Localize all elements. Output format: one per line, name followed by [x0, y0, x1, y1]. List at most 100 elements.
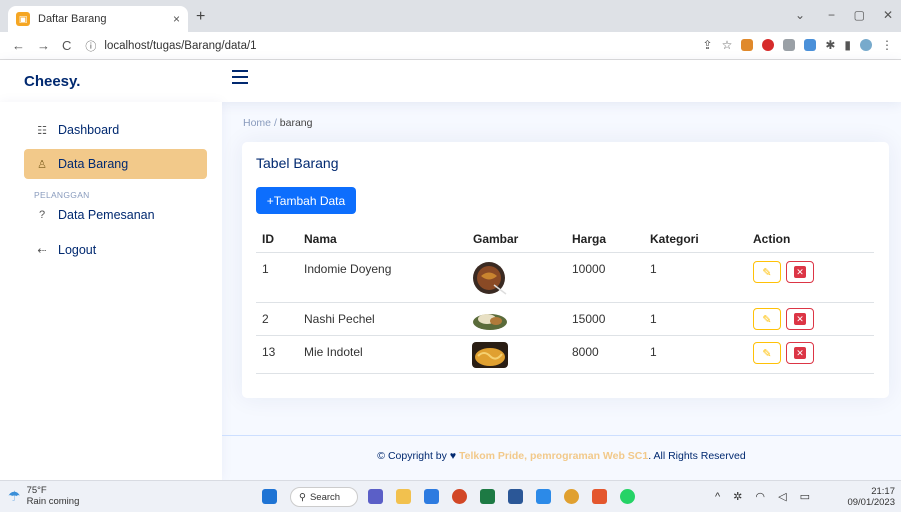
back-button[interactable]: ←: [12, 38, 25, 53]
vscode-icon[interactable]: [536, 489, 551, 504]
forward-button[interactable]: →: [37, 38, 50, 53]
app-header: Cheesy.: [0, 60, 901, 102]
sidebar-item-label: Data Barang: [58, 157, 129, 171]
excel-icon[interactable]: [480, 489, 495, 504]
powerpoint-icon[interactable]: [452, 489, 467, 504]
whatsapp-icon[interactable]: [620, 489, 635, 504]
delete-button[interactable]: ✕: [786, 342, 814, 364]
hamburger-menu-icon[interactable]: [232, 70, 248, 84]
fox-extension-icon[interactable]: [741, 39, 754, 51]
chrome-icon[interactable]: [564, 489, 579, 504]
edit-icon: ✎: [762, 266, 772, 279]
column-header-kategori: Kategori: [650, 232, 699, 246]
camera-extension-icon[interactable]: [783, 39, 796, 51]
opera-extension-icon[interactable]: [762, 39, 775, 51]
sidebar: ☷ Dashboard ♙ Data Barang PELANGGAN ? Da…: [0, 102, 222, 480]
info-icon[interactable]: ⓘ: [85, 38, 96, 54]
tab-title: Daftar Barang: [38, 13, 107, 25]
temperature: 75°F: [26, 485, 47, 496]
minimize-button[interactable]: −: [828, 8, 835, 22]
product-image: [473, 314, 507, 330]
clock-date: 09/01/2023: [847, 497, 895, 508]
delete-icon: ✕: [794, 313, 806, 325]
doc-extension-icon[interactable]: [804, 39, 817, 51]
browser-tab[interactable]: ▣ Daftar Barang ×: [8, 6, 188, 32]
cell-nama: Mie Indotel: [304, 345, 363, 359]
sidebar-item-label: Data Pemesanan: [58, 208, 155, 222]
close-window-button[interactable]: ✕: [883, 8, 893, 22]
menu-kebab-icon[interactable]: ⋮: [881, 38, 893, 52]
add-data-button[interactable]: +Tambah Data: [256, 187, 356, 214]
profile-avatar[interactable]: [860, 39, 872, 51]
sidebar-item-data-barang[interactable]: ♙ Data Barang: [24, 149, 207, 179]
mail-icon[interactable]: [424, 489, 439, 504]
delete-button[interactable]: ✕: [786, 308, 814, 330]
url-text: localhost/tugas/Barang/data/1: [104, 39, 257, 52]
taskbar-clock[interactable]: 21:17 09/01/2023: [847, 486, 895, 508]
xampp-icon[interactable]: [592, 489, 607, 504]
edit-icon: ✎: [762, 313, 772, 326]
logo[interactable]: Cheesy.: [24, 73, 80, 90]
tab-close-icon[interactable]: ×: [173, 12, 180, 26]
system-tray-icons[interactable]: ^ ✲ ◠ ◁ ▭: [715, 490, 815, 503]
cell-id: 1: [262, 262, 269, 276]
search-label: Search: [309, 491, 341, 503]
breadcrumb-home[interactable]: Home: [243, 117, 271, 129]
cell-harga: 10000: [572, 262, 606, 276]
bookmark-star-icon[interactable]: ☆: [722, 38, 733, 52]
cell-id: 13: [262, 345, 276, 359]
column-header-id: ID: [262, 232, 274, 246]
sidepanel-icon[interactable]: ▮: [844, 38, 851, 52]
footer-suffix: . All Rights Reserved: [648, 450, 746, 462]
sidebar-heading: PELANGGAN: [34, 190, 90, 200]
table-row: 1 Indomie Doyeng 10000 1 ✎ ✕: [256, 253, 874, 303]
product-image: [472, 342, 508, 368]
weather-text: Rain coming: [26, 496, 80, 507]
sidebar-item-logout[interactable]: ⇠ Logout: [24, 235, 207, 265]
cell-nama: Indomie Doyeng: [304, 262, 392, 276]
delete-icon: ✕: [794, 266, 806, 278]
delete-button[interactable]: ✕: [786, 261, 814, 283]
puzzle-icon[interactable]: ✱: [825, 38, 835, 52]
weather-widget[interactable]: ☂ 75°F Rain coming: [8, 485, 79, 507]
restore-button[interactable]: ▢: [854, 8, 865, 22]
question-circle-icon: ?: [38, 209, 46, 221]
grid-icon: ☷: [37, 124, 47, 137]
reload-button[interactable]: C: [62, 38, 71, 53]
rain-cloud-icon: ☂: [8, 487, 21, 504]
items-table: ID Nama Gambar Harga Kategori Action 1 I…: [256, 226, 874, 374]
column-header-action: Action: [753, 232, 791, 246]
sidebar-item-label: Logout: [58, 243, 97, 257]
sidebar-item-dashboard[interactable]: ☷ Dashboard: [24, 115, 207, 145]
sidebar-item-label: Dashboard: [58, 123, 120, 137]
table-row: 13 Mie Indotel 8000 1 ✎ ✕: [256, 336, 874, 374]
tab-search-icon[interactable]: ⌄: [795, 8, 805, 22]
sidebar-item-data-pemesanan[interactable]: ? Data Pemesanan: [24, 200, 207, 230]
column-header-nama: Nama: [304, 232, 337, 246]
taskbar-search[interactable]: ⚲ Search: [290, 487, 358, 507]
new-tab-button[interactable]: +: [196, 8, 205, 26]
edit-button[interactable]: ✎: [753, 261, 781, 283]
edit-button[interactable]: ✎: [753, 308, 781, 330]
cell-harga: 8000: [572, 345, 599, 359]
footer-brand[interactable]: Telkom Pride, pemrograman Web SC1: [459, 450, 648, 462]
windows-start-icon[interactable]: [262, 489, 277, 504]
url-field[interactable]: ⓘ localhost/tugas/Barang/data/1: [85, 38, 256, 54]
card-title: Tabel Barang: [256, 155, 339, 171]
table-card: Tabel Barang +Tambah Data ID Nama Gambar…: [242, 142, 889, 398]
column-header-harga: Harga: [572, 232, 607, 246]
browser-tab-bar: ▣ Daftar Barang × + ⌄ − ▢ ✕: [0, 0, 901, 32]
delete-icon: ✕: [794, 347, 806, 359]
logout-icon: ⇠: [37, 244, 47, 257]
teams-icon[interactable]: [368, 489, 383, 504]
breadcrumb-separator: /: [273, 117, 277, 129]
cell-id: 2: [262, 312, 269, 326]
breadcrumb-current: barang: [279, 117, 313, 129]
cell-harga: 15000: [572, 312, 606, 326]
word-icon[interactable]: [508, 489, 523, 504]
edit-button[interactable]: ✎: [753, 342, 781, 364]
file-explorer-icon[interactable]: [396, 489, 411, 504]
cell-nama: Nashi Pechel: [304, 312, 375, 326]
favicon-icon: ▣: [16, 12, 30, 26]
share-icon[interactable]: ⇪: [703, 38, 713, 52]
